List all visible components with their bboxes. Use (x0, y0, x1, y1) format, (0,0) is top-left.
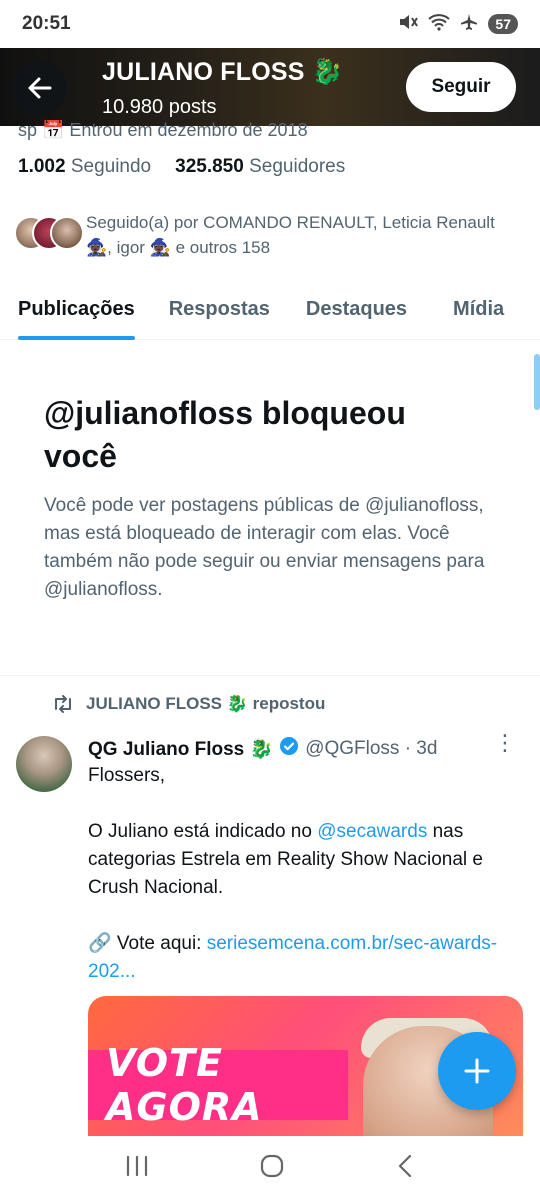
following-label: Seguindo (70, 156, 152, 177)
tweet-handle-time: @QGFloss · 3d (305, 738, 438, 759)
post-count: 10.980 posts (102, 96, 217, 118)
airplane-icon (460, 13, 478, 36)
tweet-text: Flossers, O Juliano está indicado no @se… (88, 762, 528, 986)
wifi-icon (428, 13, 451, 36)
follow-button[interactable]: Seguir (406, 62, 516, 112)
tab-respostas[interactable]: Respostas (169, 278, 270, 340)
recent-apps-icon[interactable] (124, 1154, 150, 1183)
profile-tabs: Publicações Respostas Destaques Mídia (0, 278, 540, 340)
scrollbar[interactable] (534, 354, 540, 410)
followed-by-avatars (14, 216, 84, 256)
header-title: JULIANO FLOSS 🐉 (102, 58, 343, 87)
followers-label: Seguidores (249, 156, 346, 177)
back-button[interactable] (12, 60, 67, 115)
tweet-line-greeting: Flossers, (88, 765, 166, 786)
more-options-icon[interactable]: ⋮ (494, 732, 516, 754)
tweet-author-name[interactable]: QG Juliano Floss 🐉 (88, 737, 273, 761)
status-icons: 57 (398, 13, 518, 36)
system-nav-bar (0, 1136, 540, 1200)
tab-publicacoes[interactable]: Publicações (18, 278, 135, 340)
tab-destaques[interactable]: Destaques (306, 278, 407, 340)
tweet-text-segment: 🔗 Vote aqui: (88, 933, 207, 954)
mute-icon (398, 13, 419, 36)
followed-by-text: Seguido(a) por COMANDO RENAULT, Leticia … (86, 213, 495, 257)
home-icon[interactable] (259, 1153, 285, 1184)
mention-link[interactable]: @secawards (317, 821, 427, 842)
blocked-title: @julianofloss bloqueou você (44, 395, 406, 474)
profile-name-emoji: 🐉 (311, 58, 344, 86)
status-time: 20:51 (22, 13, 71, 34)
avatar (50, 216, 84, 250)
tweet-paragraph-vote: 🔗 Vote aqui: seriesemcena.com.br/sec-awa… (88, 930, 528, 986)
profile-name: JULIANO FLOSS (102, 58, 305, 86)
vote-banner: VOTE AGORA (88, 1041, 348, 1129)
following-link[interactable]: 1.002 Seguindo (18, 156, 151, 178)
repost-indicator: JULIANO FLOSS 🐉 repostou (52, 694, 325, 714)
tweet-header: QG Juliano Floss 🐉 @QGFloss · 3d (88, 736, 437, 762)
following-count: 1.002 (18, 156, 66, 177)
profile-meta-line: sp 📅 Entrou em dezembro de 2018 (18, 120, 308, 140)
compose-button[interactable] (438, 1032, 516, 1110)
blocked-description: Você pode ver postagens públicas de @jul… (44, 495, 485, 600)
battery-indicator: 57 (488, 14, 518, 34)
blocked-notice: @julianofloss bloqueou você Você pode ve… (0, 340, 540, 676)
back-nav-icon[interactable] (394, 1153, 416, 1184)
followers-count: 325.850 (175, 156, 244, 177)
followed-by[interactable]: Seguido(a) por COMANDO RENAULT, Leticia … (14, 210, 524, 260)
tweet-paragraph-nomination: O Juliano está indicado no @secawards na… (88, 818, 528, 902)
profile-header: JULIANO FLOSS 🐉 10.980 posts Seguir (0, 48, 540, 126)
repost-icon (55, 695, 71, 713)
tweet-text-segment: O Juliano está indicado no (88, 821, 318, 842)
followers-link[interactable]: 325.850 Seguidores (175, 156, 345, 178)
verified-badge-icon (279, 736, 299, 762)
tab-midia[interactable]: Mídia (453, 278, 504, 340)
status-bar: 20:51 57 (0, 0, 540, 48)
follow-stats: 1.002 Seguindo 325.850 Seguidores (18, 156, 345, 178)
arrow-left-icon (28, 77, 51, 98)
plus-icon (464, 1058, 490, 1084)
vote-banner-text: VOTE AGORA (106, 1041, 263, 1129)
repost-text: JULIANO FLOSS 🐉 repostou (86, 694, 326, 713)
tweet-author-avatar[interactable] (16, 736, 72, 792)
